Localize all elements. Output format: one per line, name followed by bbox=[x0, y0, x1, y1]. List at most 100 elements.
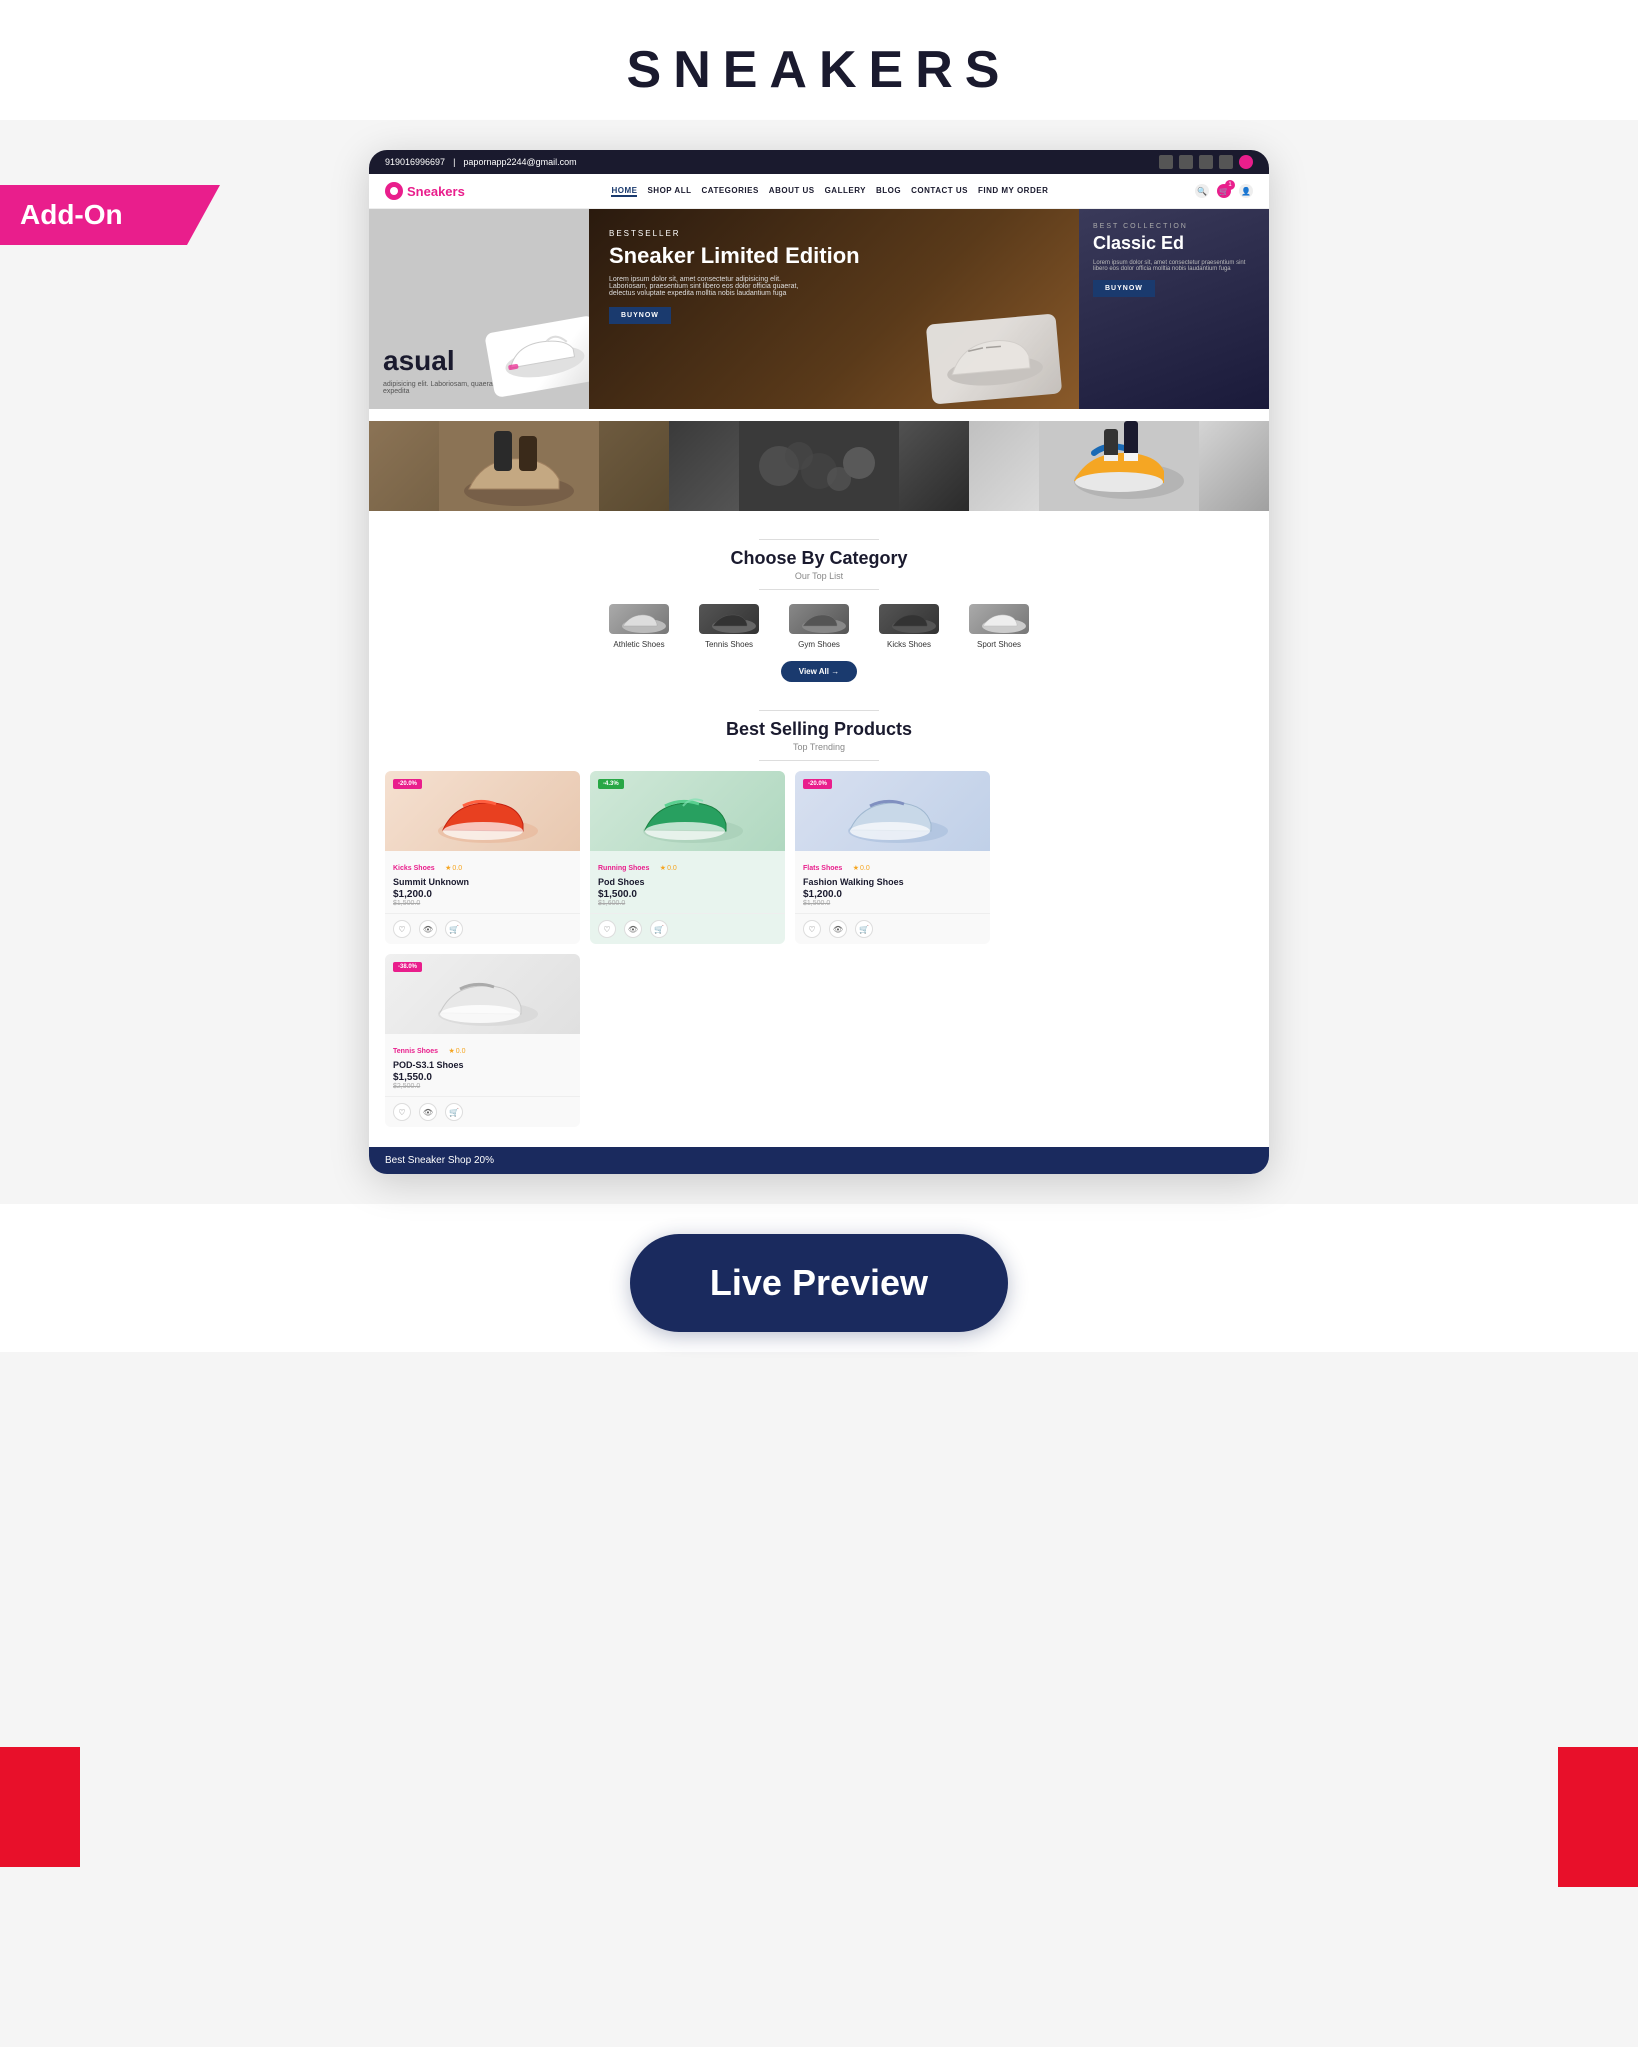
category-item-gym[interactable]: Gym Shoes bbox=[789, 604, 849, 649]
view-all-button[interactable]: View All → bbox=[781, 661, 857, 682]
nav-link-categories[interactable]: CATEGORIES bbox=[701, 186, 758, 197]
product-price-2: $1,500.0 bbox=[598, 889, 777, 900]
product-name-4: POD-S3.1 Shoes bbox=[393, 1060, 572, 1070]
category-item-tennis[interactable]: Tennis Shoes bbox=[699, 604, 759, 649]
gym-shoes-label: Gym Shoes bbox=[798, 640, 840, 649]
product-category-2: Running Shoes ★ 0.0 bbox=[598, 857, 777, 875]
page-title: SNEAKERS bbox=[0, 40, 1638, 100]
view-btn-3[interactable]: 👁 bbox=[829, 920, 847, 938]
view-btn-4[interactable]: 👁 bbox=[419, 1103, 437, 1121]
product-info-2: Running Shoes ★ 0.0 Pod Shoes $1,500.0 $… bbox=[590, 851, 785, 913]
live-preview-button[interactable]: Live Preview bbox=[630, 1234, 1008, 1332]
nav-logo-text: Sneakers bbox=[407, 184, 465, 199]
account-icon[interactable]: 👤 bbox=[1239, 184, 1253, 198]
category-section-title: Choose By Category bbox=[385, 548, 1253, 569]
category-item-kicks[interactable]: Kicks Shoes bbox=[879, 604, 939, 649]
product-stars-3: ★ 0.0 bbox=[853, 864, 870, 872]
product-info-3: Flats Shoes ★ 0.0 Fashion Walking Shoes … bbox=[795, 851, 990, 913]
product-card-2: -4.3% Running Shoes ★ 0.0 Pod bbox=[590, 771, 785, 944]
view-btn-1[interactable]: 👁 bbox=[419, 920, 437, 938]
product-old-price-3: $1,500.0 bbox=[803, 900, 982, 907]
wishlist-btn-4[interactable]: ♡ bbox=[393, 1103, 411, 1121]
email-address: papornapp2244@gmail.com bbox=[463, 157, 576, 167]
product-old-price-1: $1,500.0 bbox=[393, 900, 572, 907]
product-cat-label-2: Running Shoes bbox=[598, 865, 649, 872]
gallery-item-2 bbox=[669, 421, 969, 511]
top-bar-right bbox=[1159, 155, 1253, 169]
nav-link-findorder[interactable]: FIND MY ORDER bbox=[978, 186, 1048, 197]
category-row: Athletic Shoes Tennis Shoes bbox=[385, 604, 1253, 649]
instagram-icon[interactable] bbox=[1199, 155, 1213, 169]
gallery-item-3 bbox=[969, 421, 1269, 511]
ticker-text: Best Sneaker Shop 20% bbox=[385, 1155, 494, 1166]
wishlist-btn-3[interactable]: ♡ bbox=[803, 920, 821, 938]
hero-right-button[interactable]: BUYNOW bbox=[1093, 280, 1155, 297]
hero-center-shoe bbox=[926, 313, 1062, 404]
tennis-shoe-img bbox=[699, 604, 759, 634]
facebook-icon[interactable] bbox=[1159, 155, 1173, 169]
gallery-shoe-icon-2 bbox=[669, 421, 969, 511]
product-actions-1: ♡ 👁 🛒 bbox=[385, 913, 580, 944]
cart-badge: 1 bbox=[1225, 180, 1235, 190]
gym-shoe-img bbox=[789, 604, 849, 634]
hero-right-desc: Lorem ipsum dolor sit, amet consectetur … bbox=[1093, 260, 1255, 272]
nav-link-aboutus[interactable]: ABOUT US bbox=[769, 186, 815, 197]
addon-badge: Add-On bbox=[0, 185, 220, 245]
hero-center-title: Sneaker Limited Edition bbox=[609, 244, 1059, 268]
twitter-icon[interactable] bbox=[1179, 155, 1193, 169]
product-price-1: $1,200.0 bbox=[393, 889, 572, 900]
best-selling-divider-top bbox=[759, 710, 879, 711]
wishlist-btn-2[interactable]: ♡ bbox=[598, 920, 616, 938]
cart-btn-4[interactable]: 🛒 bbox=[445, 1103, 463, 1121]
hero-section: asual adipisicing elit. Laboriosam, quae… bbox=[369, 209, 1269, 409]
products-grid: -20.0% Kicks Shoes ★ 0.0 Summit Unknown bbox=[385, 771, 1253, 944]
product-category-3: Flats Shoes ★ 0.0 bbox=[803, 857, 982, 875]
nav-link-home[interactable]: HOME bbox=[611, 186, 637, 197]
product-name-2: Pod Shoes bbox=[598, 877, 777, 887]
product-card-1: -20.0% Kicks Shoes ★ 0.0 Summit Unknown bbox=[385, 771, 580, 944]
linkedin-icon[interactable] bbox=[1219, 155, 1233, 169]
tennis-shoes-label: Tennis Shoes bbox=[705, 640, 753, 649]
cart-btn-1[interactable]: 🛒 bbox=[445, 920, 463, 938]
cart-icon[interactable]: 🛒 1 bbox=[1217, 184, 1231, 198]
product-actions-2: ♡ 👁 🛒 bbox=[590, 913, 785, 944]
top-bar-left: 919016996697 | papornapp2244@gmail.com bbox=[385, 157, 577, 167]
page-title-section: SNEAKERS bbox=[0, 0, 1638, 120]
product-info-4: Tennis Shoes ★ 0.0 POD-S3.1 Shoes $1,550… bbox=[385, 1034, 580, 1096]
nav-link-blog[interactable]: BLOG bbox=[876, 186, 901, 197]
cart-btn-2[interactable]: 🛒 bbox=[650, 920, 668, 938]
athletic-shoe-img bbox=[609, 604, 669, 634]
product-badge-4: -38.0% bbox=[393, 962, 422, 972]
product-price-4: $1,550.0 bbox=[393, 1072, 572, 1083]
view-btn-2[interactable]: 👁 bbox=[624, 920, 642, 938]
product-category-4: Tennis Shoes ★ 0.0 bbox=[393, 1040, 572, 1058]
product-cat-label-3: Flats Shoes bbox=[803, 865, 842, 872]
best-selling-header: Best Selling Products Top Trending bbox=[385, 710, 1253, 761]
product-actions-3: ♡ 👁 🛒 bbox=[795, 913, 990, 944]
nav-bar: Sneakers HOME SHOP ALL CATEGORIES ABOUT … bbox=[369, 174, 1269, 209]
bottom-ticker: Best Sneaker Shop 20% bbox=[369, 1147, 1269, 1174]
cart-btn-3[interactable]: 🛒 bbox=[855, 920, 873, 938]
section-divider-top bbox=[759, 539, 879, 540]
best-selling-section: Best Selling Products Top Trending -20.0… bbox=[369, 692, 1269, 1147]
product-stars-2: ★ 0.0 bbox=[660, 864, 677, 872]
red-accent-right bbox=[1558, 1747, 1638, 1887]
hero-center-button[interactable]: BUYNOW bbox=[609, 307, 671, 324]
product-info-1: Kicks Shoes ★ 0.0 Summit Unknown $1,200.… bbox=[385, 851, 580, 913]
search-icon[interactable]: 🔍 bbox=[1195, 184, 1209, 198]
nav-link-shopall[interactable]: SHOP ALL bbox=[647, 186, 691, 197]
category-section: Choose By Category Our Top List Athletic… bbox=[369, 511, 1269, 692]
product-card-3: -20.0% Flats Shoes ★ 0.0 Fashion Walking… bbox=[795, 771, 990, 944]
category-section-subtitle: Our Top List bbox=[385, 571, 1253, 581]
wishlist-btn-1[interactable]: ♡ bbox=[393, 920, 411, 938]
product-stars-4: ★ 0.0 bbox=[448, 1047, 465, 1055]
nav-actions: 🔍 🛒 1 👤 bbox=[1195, 184, 1253, 198]
nav-link-contact[interactable]: CONTACT US bbox=[911, 186, 968, 197]
kicks-shoe-img bbox=[879, 604, 939, 634]
nav-link-gallery[interactable]: GALLERY bbox=[825, 186, 866, 197]
category-item-sport[interactable]: Sport Shoes bbox=[969, 604, 1029, 649]
user-icon[interactable] bbox=[1239, 155, 1253, 169]
product-cat-label-4: Tennis Shoes bbox=[393, 1048, 438, 1055]
category-item-athletic[interactable]: Athletic Shoes bbox=[609, 604, 669, 649]
gallery-strip bbox=[369, 421, 1269, 511]
